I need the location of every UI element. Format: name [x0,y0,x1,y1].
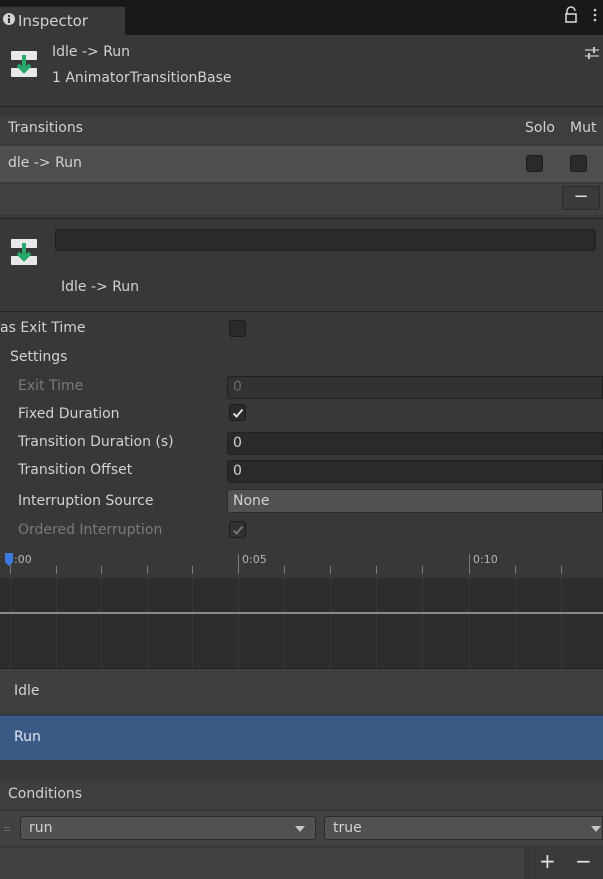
timeline-tick-label: 0:10 [473,553,498,566]
remove-transition-button[interactable]: − [562,186,600,210]
timeline-gridline [10,578,11,668]
condition-value-dropdown[interactable]: true [324,816,603,840]
playhead-marker-icon[interactable] [5,553,15,567]
timeline-tick-label: 0:05 [242,553,267,566]
divider [0,311,603,312]
mute-column-label: Mut [570,120,597,136]
timeline-gridline [192,578,193,668]
exit-time-field: 0 [227,376,603,399]
timeline-minor-tick [561,566,562,574]
solo-checkbox[interactable] [526,155,543,172]
transition-name-field[interactable] [55,229,596,251]
state-bar-run[interactable]: Run [0,715,603,760]
has-exit-time-label: as Exit Time [0,320,86,336]
settings-sliders-icon[interactable] [584,46,600,60]
header-subtitle: 1 AnimatorTransitionBase [52,70,232,86]
timeline-ruler[interactable]: :00 0:05 0:10 [0,548,603,578]
timeline-minor-tick [284,566,285,574]
interruption-source-label: Interruption Source [18,493,154,509]
remove-condition-button[interactable]: − [575,849,592,873]
fixed-duration-label: Fixed Duration [18,406,120,422]
timeline-minor-tick [330,566,331,574]
timeline-minor-tick [515,566,516,574]
transition-duration-field[interactable]: 0 [227,432,603,455]
transitions-header: Transitions Solo Mut [0,115,603,144]
timeline-gridline [469,578,470,668]
tab-label: Inspector [18,12,88,30]
transitions-list-footer [0,184,603,215]
timeline-gridline [422,578,423,668]
divider [0,218,603,219]
timeline-minor-tick [376,566,377,574]
timeline-minor-tick [101,566,102,574]
interruption-source-dropdown[interactable]: None [227,489,603,513]
checkmark-icon [232,408,244,418]
ordered-interruption-label: Ordered Interruption [18,522,163,538]
has-exit-time-checkbox[interactable] [229,320,246,337]
conditions-header-label: Conditions [8,786,83,802]
checkmark-icon [232,525,244,535]
condition-parameter-value: run [29,820,53,836]
transition-icon [11,51,37,77]
timeline-gridline [101,578,102,668]
selected-transition-title: Idle -> Run [61,279,140,295]
ordered-interruption-checkbox [229,521,246,538]
timeline-curve [0,612,603,614]
timeline-gridline [147,578,148,668]
state-bar-idle[interactable]: Idle [0,668,603,714]
header-title: Idle -> Run [52,44,131,60]
timeline-major-tick [238,554,239,574]
tab-inspector[interactable]: Inspector [0,6,125,35]
timeline-gridline [56,578,57,668]
state-bar-label: Run [14,729,41,745]
timeline-gridline [284,578,285,668]
transition-row-label: dle -> Run [8,155,82,171]
mute-checkbox[interactable] [570,155,587,172]
timeline-minor-tick [192,566,193,574]
state-bar-label: Idle [14,683,40,699]
timeline-gridline [515,578,516,668]
solo-column-label: Solo [525,120,555,136]
condition-parameter-dropdown[interactable]: run [20,816,316,840]
timeline-minor-tick [56,566,57,574]
timeline-gridline [238,578,239,668]
transitions-header-label: Transitions [8,120,83,136]
timeline-area[interactable] [0,578,603,668]
transition-duration-label: Transition Duration (s) [18,434,174,450]
divider [0,106,603,107]
timeline-tick-label: :00 [14,553,32,566]
more-vertical-icon[interactable] [590,8,600,22]
settings-foldout[interactable]: Settings [10,349,67,365]
timeline-minor-tick [147,566,148,574]
lock-icon[interactable] [564,6,578,24]
info-icon [3,13,15,25]
transition-offset-label: Transition Offset [18,462,133,478]
drag-handle-icon[interactable] [4,827,10,831]
timeline-gridline [561,578,562,668]
transition-offset-field[interactable]: 0 [227,460,603,483]
dropdown-arrow-icon [591,826,601,832]
conditions-list-footer [0,848,524,879]
transition-row[interactable]: dle -> Run [0,146,603,182]
timeline-major-tick [469,554,470,574]
dropdown-arrow-icon [295,826,305,832]
transition-icon [11,239,37,265]
exit-time-label: Exit Time [18,378,84,394]
conditions-header: Conditions [0,781,603,809]
timeline-gridline [330,578,331,668]
timeline-gridline [376,578,377,668]
condition-value-text: true [333,820,362,836]
timeline-minor-tick [422,566,423,574]
add-condition-button[interactable]: + [539,849,556,873]
fixed-duration-checkbox[interactable] [229,404,246,421]
